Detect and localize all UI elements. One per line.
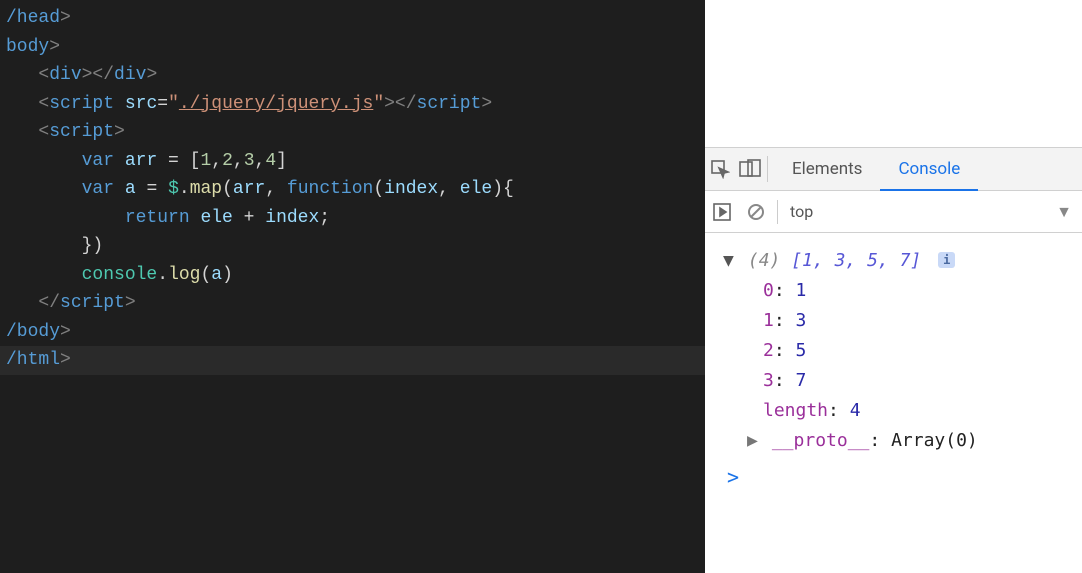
array-entry: 3: 7 (723, 366, 1082, 396)
code-line[interactable]: <script src="./jquery/jquery.js"></scrip… (0, 90, 705, 119)
triangle-right-icon: ▶ (747, 426, 761, 456)
code-line[interactable]: /html> (0, 346, 705, 375)
triangle-down-icon: ▼ (723, 246, 737, 276)
array-entry: 1: 3 (723, 306, 1082, 336)
array-entry: 0: 1 (723, 276, 1082, 306)
log-array-header[interactable]: ▼ (4) [1, 3, 5, 7] i (723, 245, 1082, 276)
length-key: length (763, 400, 828, 421)
array-length-preview: (4) (748, 250, 781, 271)
separator (777, 200, 778, 224)
code-line[interactable]: <div></div> (0, 61, 705, 90)
code-line[interactable]: </script> (0, 289, 705, 318)
code-line[interactable]: <script> (0, 118, 705, 147)
devtools-panel: Elements Console top ▼ ▼ (4) [1, 3, 5, 7… (705, 0, 1082, 573)
code-line[interactable]: /head> (0, 4, 705, 33)
code-line[interactable]: /body> (0, 318, 705, 347)
inspect-icon[interactable] (705, 159, 735, 179)
array-entry: 2: 5 (723, 336, 1082, 366)
code-line[interactable]: console.log(a) (0, 261, 705, 290)
array-preview: [1, 3, 5, 7] (791, 250, 921, 271)
console-prompt[interactable]: > (723, 456, 1082, 492)
blank-area (705, 0, 1082, 147)
proto-key: __proto__ (772, 430, 870, 451)
array-length-entry: length: 4 (723, 396, 1082, 426)
separator (767, 156, 768, 182)
code-editor[interactable]: /head>body> <div></div> <script src="./j… (0, 0, 705, 573)
chevron-down-icon[interactable]: ▼ (1056, 202, 1082, 222)
length-value: 4 (850, 400, 861, 421)
tab-console[interactable]: Console (880, 149, 978, 191)
console-output[interactable]: ▼ (4) [1, 3, 5, 7] i 0: 11: 32: 53: 7 le… (705, 233, 1082, 573)
code-line[interactable]: body> (0, 33, 705, 62)
array-proto-entry[interactable]: ▶ __proto__: Array(0) (723, 426, 1082, 456)
context-selector[interactable]: top (782, 202, 1056, 221)
code-line[interactable]: return ele + index; (0, 204, 705, 233)
devtools-tabbar: Elements Console (705, 147, 1082, 191)
code-line[interactable]: var a = $.map(arr, function(index, ele){ (0, 175, 705, 204)
console-toolbar: top ▼ (705, 191, 1082, 233)
code-line[interactable]: }) (0, 232, 705, 261)
device-toggle-icon[interactable] (735, 159, 765, 179)
info-icon[interactable]: i (938, 252, 955, 268)
tab-elements[interactable]: Elements (774, 148, 880, 190)
play-icon[interactable] (705, 202, 739, 222)
proto-value: Array(0) (891, 430, 978, 451)
code-line[interactable]: var arr = [1,2,3,4] (0, 147, 705, 176)
clear-icon[interactable] (739, 202, 773, 222)
